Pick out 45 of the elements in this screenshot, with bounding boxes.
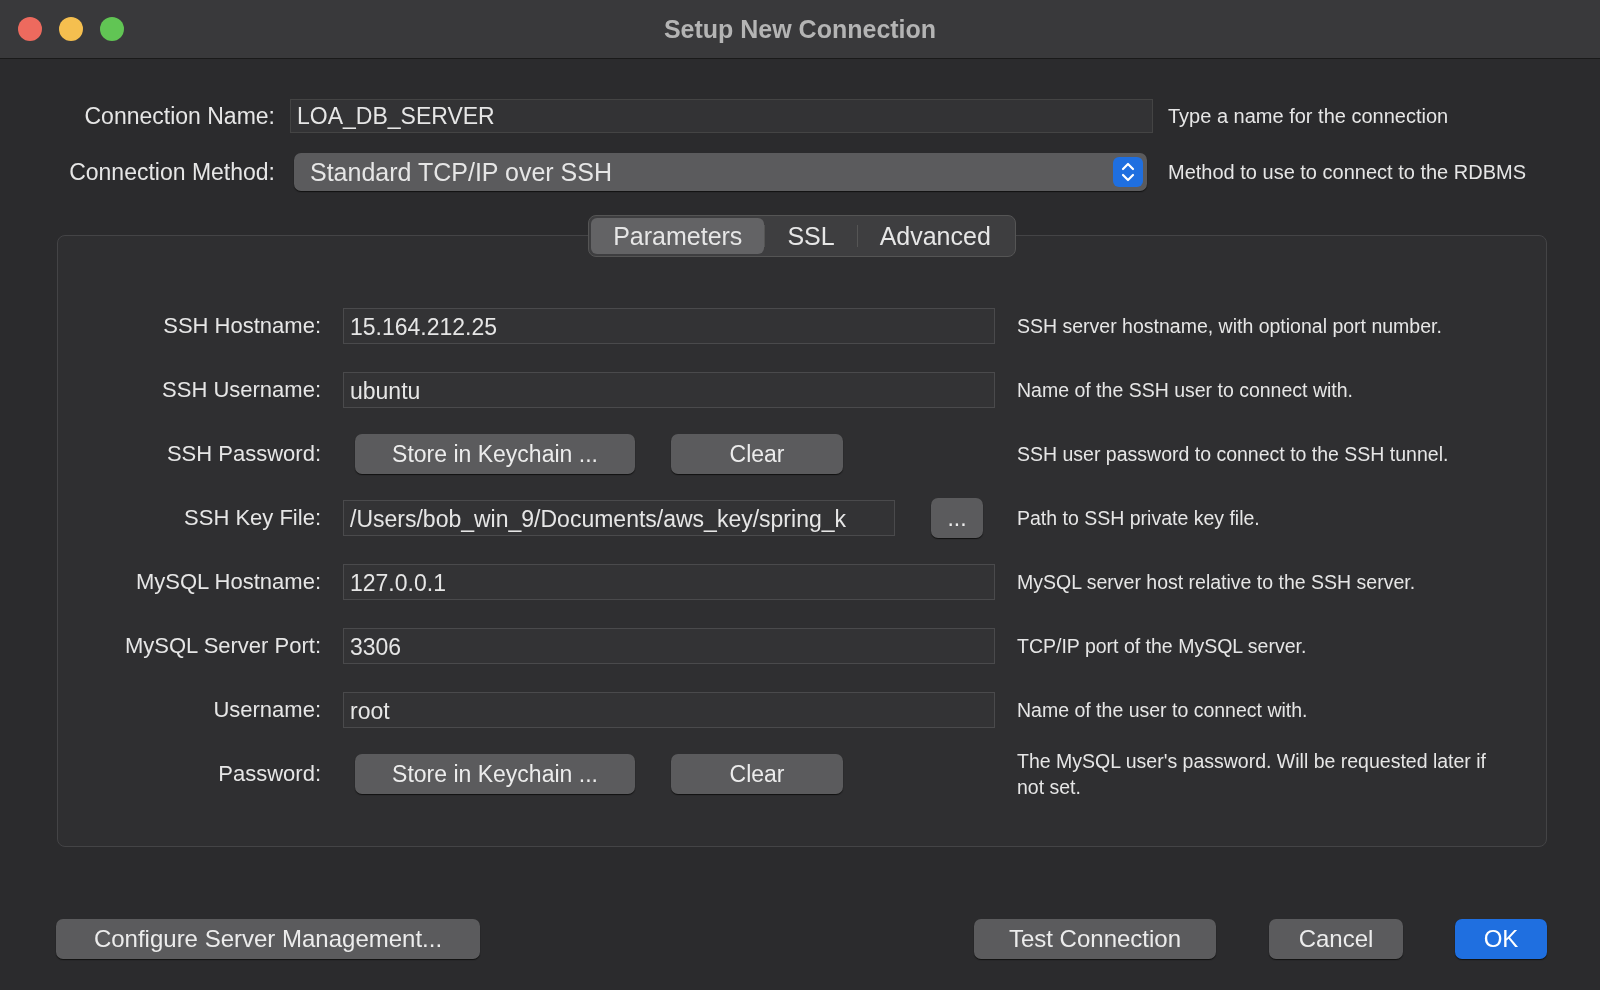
key-file-field[interactable]: /Users/bob_win_9/Documents/aws_key/spring_k xyxy=(343,500,895,536)
connection-method-dropdown[interactable]: Standard TCP/IP over SSH xyxy=(294,153,1147,191)
hint-text: Name of the user to connect with. xyxy=(1017,698,1309,723)
hint-text: The MySQL user's password. Will be requested later if not set. xyxy=(1017,749,1487,800)
field-label: SSH Hostname: xyxy=(162,313,321,339)
stepper-icon xyxy=(1113,157,1143,187)
clear-button[interactable]: Clear xyxy=(671,434,843,474)
field-label: MySQL Server Port: xyxy=(124,633,321,659)
field-label: Username: xyxy=(212,697,321,723)
field-label: Connection Method: xyxy=(68,158,275,186)
hint-text: Type a name for the connection xyxy=(1168,104,1450,128)
hint-text: SSH user password to connect to the SSH tunnel. xyxy=(1017,442,1450,467)
tab[interactable]: Advanced xyxy=(857,218,1013,254)
cancel-button[interactable]: Cancel xyxy=(1269,919,1403,959)
ok-button[interactable]: OK xyxy=(1455,919,1547,959)
minimize-button[interactable] xyxy=(59,17,83,41)
test-connection-button[interactable]: Test Connection xyxy=(974,919,1216,959)
field-label: Password: xyxy=(217,761,321,787)
configure-server-management-button[interactable]: Configure Server Management... xyxy=(56,919,480,959)
hint-text: TCP/IP port of the MySQL server. xyxy=(1017,634,1308,659)
clear-button[interactable]: Clear xyxy=(671,754,843,794)
store-in-keychain-button[interactable]: Store in Keychain ... xyxy=(355,754,635,794)
input-field[interactable]: ubuntu xyxy=(343,372,995,408)
hint-text: Name of the SSH user to connect with. xyxy=(1017,378,1354,403)
input-field[interactable]: 127.0.0.1 xyxy=(343,564,995,600)
field-label: SSH Password: xyxy=(165,441,321,467)
input-field[interactable]: root xyxy=(343,692,995,728)
zoom-button[interactable] xyxy=(100,17,124,41)
field-label: SSH Username: xyxy=(161,377,321,403)
hint-text: SSH server hostname, with optional port number. xyxy=(1017,314,1443,339)
hint-text: MySQL server host relative to the SSH server. xyxy=(1017,570,1417,595)
field-label: Connection Name: xyxy=(83,102,275,130)
tab[interactable]: SSL xyxy=(765,218,857,254)
hint-text: Method to use to connect to the RDBMS xyxy=(1168,160,1527,184)
tab[interactable]: Parameters xyxy=(591,218,765,254)
close-button[interactable] xyxy=(18,17,42,41)
connection-name-field[interactable]: LOA_DB_SERVER xyxy=(290,99,1153,133)
hint-text: Path to SSH private key file. xyxy=(1017,506,1261,531)
input-field[interactable]: 15.164.212.25 xyxy=(343,308,995,344)
field-label: MySQL Hostname: xyxy=(134,569,321,595)
window-title: Setup New Connection xyxy=(663,14,937,44)
store-in-keychain-button[interactable]: Store in Keychain ... xyxy=(355,434,635,474)
browse-button[interactable]: ... xyxy=(931,498,983,538)
field-label: SSH Key File: xyxy=(183,505,321,531)
input-field[interactable]: 3306 xyxy=(343,628,995,664)
